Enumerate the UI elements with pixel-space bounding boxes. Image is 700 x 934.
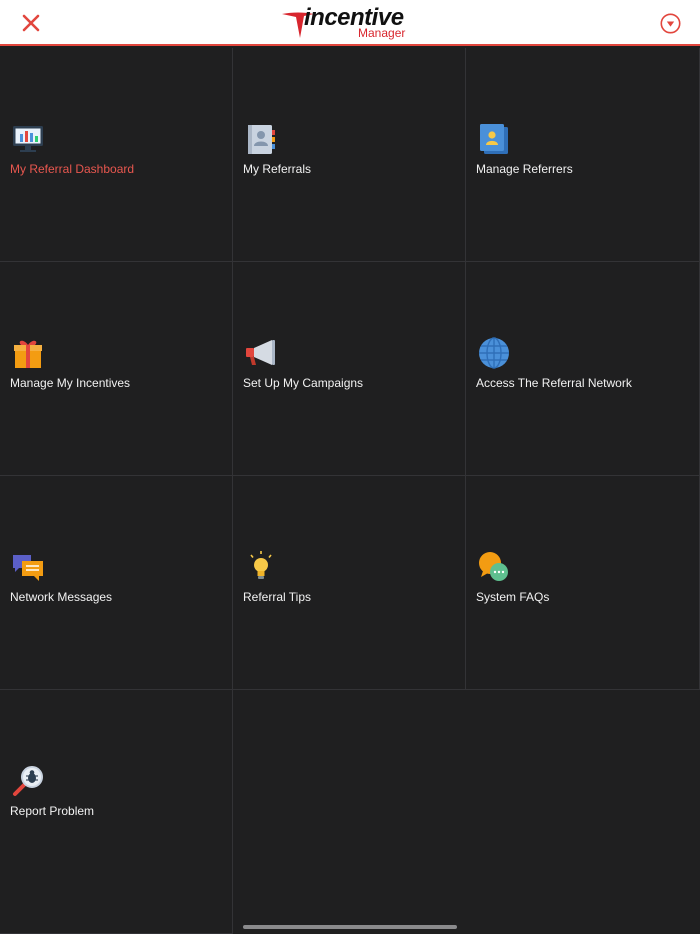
- tile-label: Access The Referral Network: [476, 376, 632, 390]
- tile-referral-tips[interactable]: Referral Tips: [233, 476, 466, 690]
- tile-label: Referral Tips: [243, 590, 312, 604]
- tile-label: My Referral Dashboard: [10, 162, 135, 176]
- faq-bubbles-icon: [479, 552, 508, 581]
- tile-access-the-referral-network[interactable]: Access The Referral Network: [466, 262, 700, 476]
- top-bar: incentive Manager: [0, 0, 700, 46]
- tile-system-faqs[interactable]: System FAQs: [466, 476, 700, 690]
- tile-my-referral-dashboard[interactable]: My Referral Dashboard: [0, 48, 233, 262]
- empty-tile-area: [233, 690, 700, 934]
- tile-manage-referrers[interactable]: Manage Referrers: [466, 48, 700, 262]
- home-indicator[interactable]: [243, 925, 457, 929]
- megaphone-icon: [246, 340, 275, 365]
- chevron-down-circle-icon[interactable]: [660, 13, 681, 34]
- tile-my-referrals[interactable]: My Referrals: [233, 48, 466, 262]
- tile-label: Manage My Incentives: [10, 376, 131, 390]
- tile-manage-my-incentives[interactable]: Manage My Incentives: [0, 262, 233, 476]
- dashboard-monitor-icon: [13, 126, 43, 152]
- tile-label: Manage Referrers: [476, 162, 573, 176]
- tile-label: System FAQs: [476, 590, 550, 604]
- lightbulb-icon: [250, 551, 272, 579]
- tile-label: My Referrals: [243, 162, 312, 176]
- close-icon[interactable]: [18, 10, 44, 36]
- logo-subtitle: Manager: [358, 26, 406, 40]
- gift-icon: [14, 340, 42, 368]
- tile-set-up-my-campaigns[interactable]: Set Up My Campaigns: [233, 262, 466, 476]
- bug-search-icon: [13, 766, 43, 796]
- tile-label: Report Problem: [10, 804, 95, 818]
- app-logo: incentive Manager: [282, 4, 416, 42]
- menu-grid: My Referral Dashboard My Referrals Manag…: [0, 48, 700, 934]
- globe-icon: [479, 337, 509, 369]
- chat-bubbles-icon: [13, 555, 43, 581]
- tile-network-messages[interactable]: Network Messages: [0, 476, 233, 690]
- contacts-book-icon: [248, 125, 275, 154]
- tile-report-problem[interactable]: Report Problem: [0, 690, 233, 934]
- tile-label: Set Up My Campaigns: [243, 376, 364, 390]
- tile-label: Network Messages: [10, 590, 113, 604]
- referrers-profile-icon: [480, 124, 508, 154]
